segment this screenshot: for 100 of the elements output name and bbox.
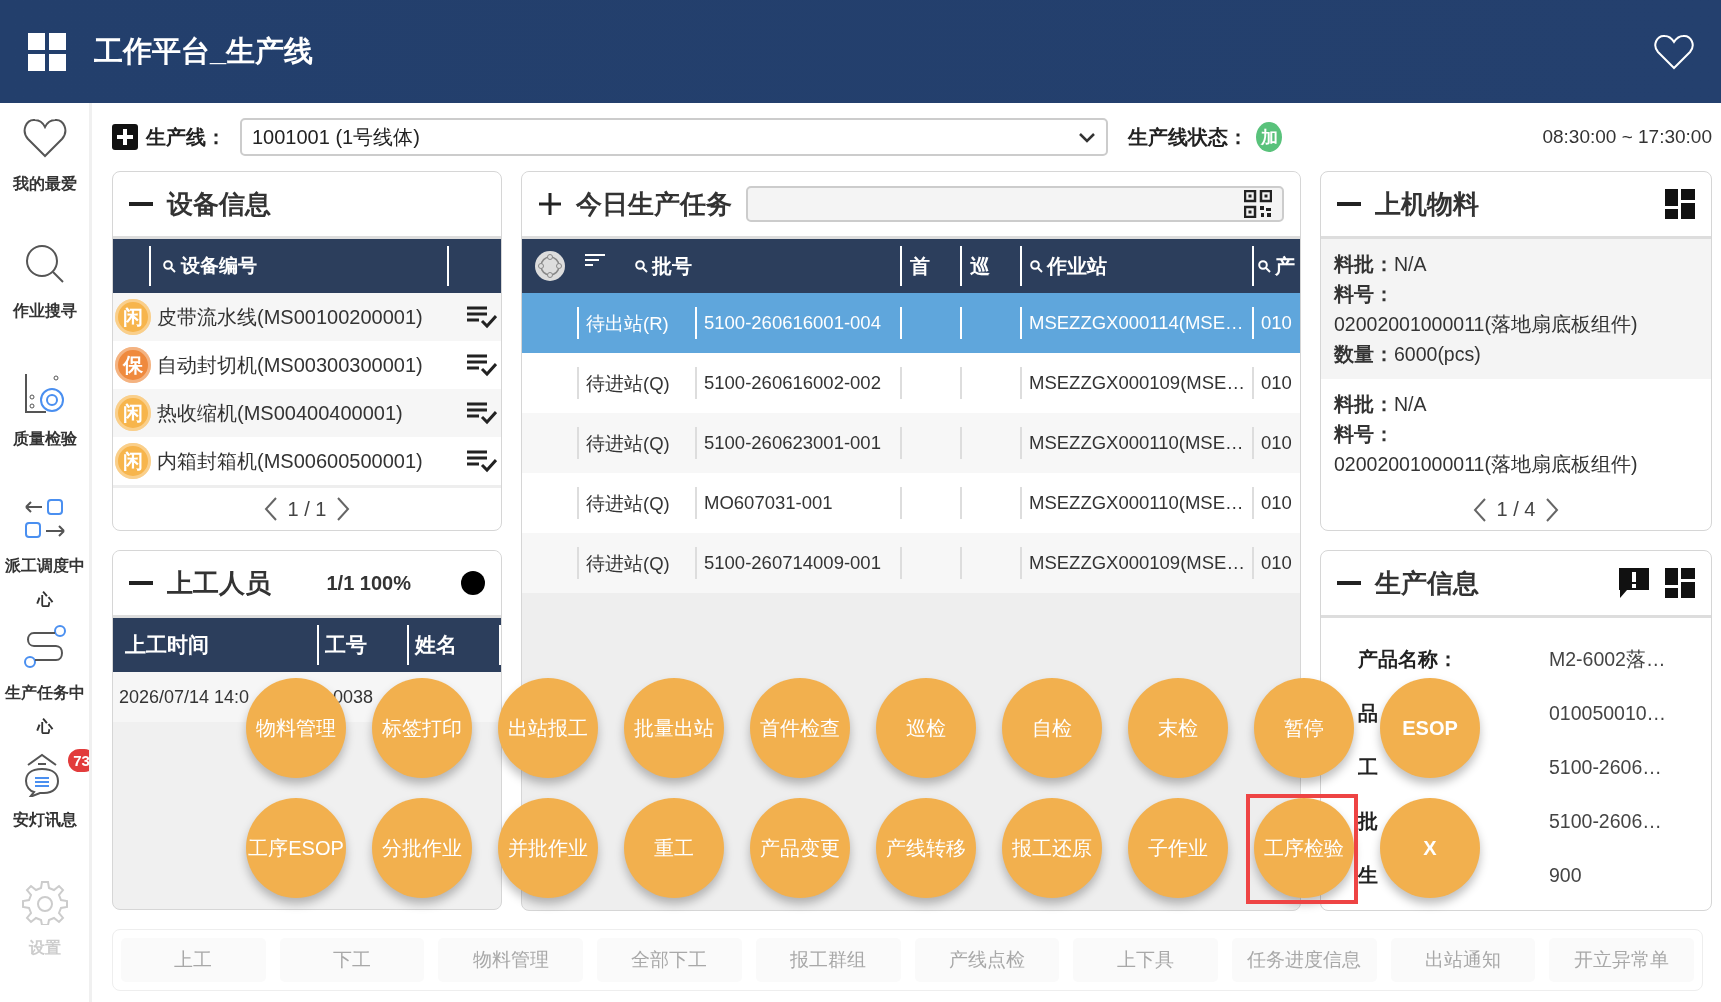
field-label: 料批： — [1334, 253, 1394, 275]
apps-grid-icon[interactable] — [28, 32, 66, 71]
status-badge: 闲 — [115, 299, 151, 335]
add-icon[interactable] — [112, 124, 138, 150]
status-badge: 闲 — [115, 395, 151, 431]
app-title: 工作平台_生产线 — [94, 33, 315, 69]
qr-code-icon[interactable] — [1244, 190, 1272, 218]
search-icon — [635, 259, 648, 273]
route-icon[interactable] — [21, 624, 68, 671]
heart-icon[interactable] — [1654, 33, 1694, 70]
alert-message-icon[interactable] — [1617, 566, 1651, 600]
attendance-summary: 1/1 100% — [326, 571, 411, 595]
panel-title: 设备信息 — [167, 187, 271, 221]
status-badge: 加 — [1256, 122, 1282, 152]
sort-icon[interactable] — [585, 253, 605, 267]
task-row[interactable]: 待进站(Q) 5100-260623001-001 MSEZZGX000110(MSE… 010 — [522, 413, 1300, 473]
table-cell: 5100-260714009-001 — [695, 547, 900, 579]
field-value: 02002001000011(落地扇底板组件) — [1334, 453, 1638, 475]
search-field[interactable] — [746, 186, 1284, 222]
dashboard-icon[interactable] — [1665, 189, 1695, 219]
line-label: 生产线： — [146, 124, 226, 150]
status-badge: 闲 — [115, 443, 151, 479]
task-row[interactable]: 待进站(Q) 5100-260616002-002 MSEZZGX000109(MSE… 010 — [522, 353, 1300, 413]
field-value: M2-6002落… — [1549, 646, 1666, 672]
column-header[interactable]: 巡 — [960, 246, 990, 286]
chevron-right-icon[interactable] — [1545, 496, 1560, 523]
table-cell: 5100-260616001-004 — [695, 307, 900, 339]
table-cell: 010 — [1252, 307, 1300, 339]
search-icon — [1258, 259, 1271, 273]
nav-label[interactable]: 我的最爱 — [1, 167, 88, 201]
field-value: 5100-2606… — [1549, 809, 1662, 833]
table-cell: 待进站(Q) — [577, 427, 695, 459]
list-check-icon[interactable] — [467, 401, 497, 425]
chevron-down-icon — [1078, 131, 1096, 143]
field-label: 数量： — [1334, 343, 1394, 365]
table-cell: 010 — [1252, 427, 1300, 459]
status-label: 生产线状态： — [1128, 124, 1248, 150]
count-badge: 73 — [65, 747, 89, 775]
search-icon — [163, 259, 176, 273]
field-value: 900 — [1549, 863, 1582, 887]
field-label: 产品名称： — [1358, 646, 1458, 672]
table-cell: 待进站(Q) — [577, 487, 695, 519]
field-value: N/A — [1394, 253, 1427, 275]
list-check-icon[interactable] — [467, 449, 497, 473]
chevron-left-icon[interactable] — [263, 496, 278, 522]
search-icon — [1030, 259, 1043, 273]
field-label: 生 — [1358, 862, 1378, 888]
table-cell: MSEZZGX000109(MSE… — [1020, 547, 1252, 579]
column-header[interactable]: 产 — [1252, 246, 1295, 286]
column-header[interactable]: 上工时间 — [119, 625, 319, 665]
target-icon[interactable] — [534, 250, 566, 282]
field-label: 料号： — [1334, 423, 1394, 445]
task-row[interactable]: 待出站(R) 5100-260616001-004 MSEZZGX000114(MSE… 010 — [522, 293, 1300, 353]
panel-title: 上工人员 — [167, 566, 271, 600]
nav-label[interactable]: 质量检验 — [1, 421, 88, 456]
equipment-name[interactable]: 自动封切机(MS00300300001) — [157, 351, 461, 379]
line-select[interactable]: 1001001 (1号线体) — [240, 118, 1108, 156]
equipment-name[interactable]: 皮带流水线(MS00100200001) — [157, 303, 461, 331]
field-label: 料批： — [1334, 393, 1394, 415]
equipment-name[interactable]: 内箱封箱机(MS00600500001) — [157, 447, 461, 475]
panel-title: 今日生产任务 — [576, 187, 732, 221]
table-cell: MSEZZGX000114(MSE… — [1020, 307, 1252, 339]
dashboard-icon[interactable] — [1665, 568, 1695, 598]
add-icon[interactable] — [538, 192, 562, 216]
field-label: 批 — [1358, 808, 1378, 834]
chevron-right-icon[interactable] — [336, 496, 351, 522]
page-indicator: 1 / 4 — [1496, 498, 1536, 521]
table-cell: 5100-260616002-002 — [695, 367, 900, 399]
table-cell: 010 — [1252, 487, 1300, 519]
field-label: 料号： — [1334, 283, 1394, 305]
column-header[interactable]: 工号 — [319, 625, 409, 665]
table-cell: MSEZZGX000110(MSE… — [1020, 427, 1252, 459]
column-header[interactable]: 批号 — [635, 246, 692, 286]
status-dot-icon — [461, 571, 485, 595]
panel-title: 上机物料 — [1375, 187, 1479, 221]
table-cell: MSEZZGX000110(MSE… — [1020, 487, 1252, 519]
task-row[interactable]: 待进站(Q) MO607031-001 MSEZZGX000110(MSE… 010 — [522, 473, 1300, 533]
column-header[interactable]: 作业站 — [1020, 246, 1107, 286]
chevron-left-icon[interactable] — [1472, 496, 1487, 523]
nav-label[interactable]: 生产任务中心 — [1, 676, 88, 745]
list-check-icon[interactable] — [467, 305, 497, 329]
panel-title: 生产信息 — [1375, 566, 1479, 600]
column-header[interactable]: 首 — [900, 246, 930, 286]
field-value: 010050010… — [1549, 701, 1667, 725]
equipment-name[interactable]: 热收缩机(MS00400400001) — [157, 399, 461, 427]
task-row[interactable]: 待进站(Q) 5100-260714009-001 MSEZZGX000109(MSE… 010 — [522, 533, 1300, 593]
field-value: 6000(pcs) — [1394, 343, 1481, 365]
nav-label[interactable]: 派工调度中心 — [1, 548, 88, 617]
list-check-icon[interactable] — [467, 353, 497, 377]
table-cell: 待进站(Q) — [577, 547, 695, 579]
field-value: 02002001000011(落地扇底板组件) — [1334, 313, 1638, 335]
table-cell: 待出站(R) — [577, 307, 695, 339]
field-value: 5100-2606… — [1549, 755, 1662, 779]
table-cell: 010 — [1252, 367, 1300, 399]
nav-label[interactable]: 作业搜寻 — [1, 294, 88, 329]
nav-label[interactable]: 安灯讯息 — [1, 803, 88, 838]
column-header[interactable]: 姓名 — [409, 625, 501, 665]
page-indicator: 1 / 1 — [287, 497, 327, 521]
shift-time: 08:30:00 ~ 17:30:00 — [1542, 126, 1712, 148]
table-cell: 010 — [1252, 547, 1300, 579]
